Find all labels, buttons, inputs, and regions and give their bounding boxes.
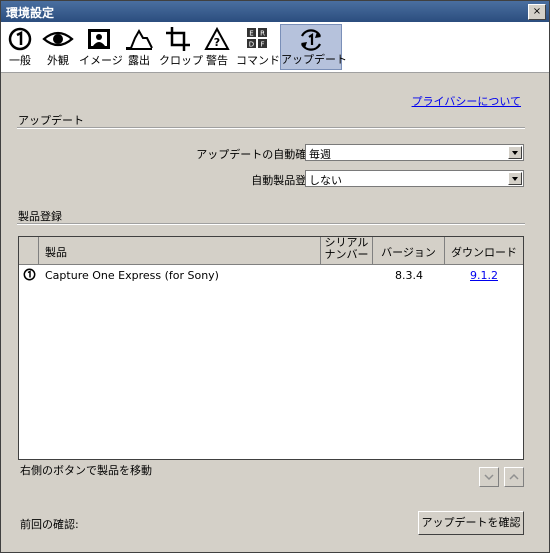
command-letter: F <box>260 41 264 49</box>
tab-image[interactable]: イメージ <box>79 24 123 70</box>
tab-label: イメージ <box>79 54 123 67</box>
column-header-download[interactable]: ダウンロード <box>445 237 523 264</box>
command-letter: E <box>249 30 253 38</box>
column-header-label: シリアル ナンバー <box>324 236 369 261</box>
tab-label: アップデート <box>281 53 347 66</box>
privacy-link[interactable]: プライバシーについて <box>412 93 521 109</box>
tab-crop[interactable]: クロップ <box>159 24 203 70</box>
last-check-label: 前回の確認: <box>20 518 79 531</box>
move-down-button[interactable] <box>479 467 499 487</box>
tab-label: 一般 <box>9 54 31 67</box>
update-section-title: アップデート <box>18 114 84 127</box>
auto-check-value: 毎週 <box>309 148 331 161</box>
preferences-toolbar: 一般 外観 イメージ 露出 クロップ ? 警告 E R D F コマンド アップ… <box>1 22 549 73</box>
update-section-divider <box>17 127 525 129</box>
preferences-window: 環境設定 × 一般 外観 イメージ 露出 クロップ ? 警告 E R D F コ… <box>0 0 550 553</box>
tab-label: コマンド <box>236 54 280 67</box>
tab-label: クロップ <box>159 54 203 67</box>
tab-update[interactable]: アップデート <box>280 24 347 70</box>
column-header-product[interactable]: 製品 <box>39 237 321 264</box>
command-letter: R <box>260 30 265 38</box>
tab-label: 警告 <box>206 54 228 67</box>
image-icon <box>88 29 110 49</box>
column-header-icon[interactable] <box>19 237 39 264</box>
warning-icon: ? <box>204 26 230 50</box>
column-header-label: ダウンロード <box>451 246 517 259</box>
product-icon <box>23 268 36 284</box>
download-link[interactable]: 9.1.2 <box>470 269 498 282</box>
auto-register-select[interactable]: しない <box>305 170 524 187</box>
version-value: 8.3.4 <box>395 269 423 282</box>
tab-warning[interactable]: ? 警告 <box>202 24 232 70</box>
product-table[interactable]: 製品 シリアル ナンバー バージョン ダウンロード Capture One Ex… <box>18 236 524 460</box>
column-header-serial[interactable]: シリアル ナンバー <box>321 237 373 264</box>
title-bar[interactable]: 環境設定 × <box>1 1 549 22</box>
svg-text:?: ? <box>214 36 220 49</box>
auto-register-value: しない <box>309 174 342 187</box>
auto-check-select[interactable]: 毎週 <box>305 144 524 161</box>
update-icon <box>301 29 321 51</box>
tab-command[interactable]: E R D F コマンド <box>236 24 280 70</box>
exposure-icon <box>126 28 153 50</box>
product-name: Capture One Express (for Sony) <box>45 269 219 282</box>
check-update-button[interactable]: アップデートを確認 <box>418 511 524 535</box>
move-hint: 右側のボタンで製品を移動 <box>20 464 152 477</box>
column-header-label: 製品 <box>45 246 67 259</box>
tab-general[interactable]: 一般 <box>4 24 36 70</box>
general-icon <box>8 27 32 51</box>
registration-section-title: 製品登録 <box>18 210 62 223</box>
registration-section-divider <box>17 223 525 225</box>
tab-label: 露出 <box>128 54 150 67</box>
chevron-up-icon <box>509 473 519 480</box>
command-letter: D <box>249 41 254 49</box>
move-up-button[interactable] <box>504 467 524 487</box>
auto-check-label: アップデートの自動確認: <box>196 148 321 161</box>
command-icon: E R D F <box>247 28 267 49</box>
tab-label: 外観 <box>47 54 69 67</box>
eye-icon <box>42 31 74 47</box>
table-header: 製品 シリアル ナンバー バージョン ダウンロード <box>19 237 523 265</box>
tab-appearance[interactable]: 外観 <box>41 24 75 70</box>
crop-icon <box>166 27 190 51</box>
chevron-down-icon[interactable] <box>508 146 522 159</box>
table-row[interactable]: Capture One Express (for Sony) 8.3.4 9.1… <box>19 267 523 285</box>
column-header-version[interactable]: バージョン <box>373 237 445 264</box>
column-header-label: バージョン <box>381 246 436 259</box>
window-title: 環境設定 <box>6 6 55 20</box>
close-button[interactable]: × <box>528 4 546 20</box>
tab-exposure[interactable]: 露出 <box>124 24 154 70</box>
chevron-down-icon <box>484 474 494 481</box>
chevron-down-icon[interactable] <box>508 172 522 185</box>
download-cell: 9.1.2 <box>445 269 523 282</box>
